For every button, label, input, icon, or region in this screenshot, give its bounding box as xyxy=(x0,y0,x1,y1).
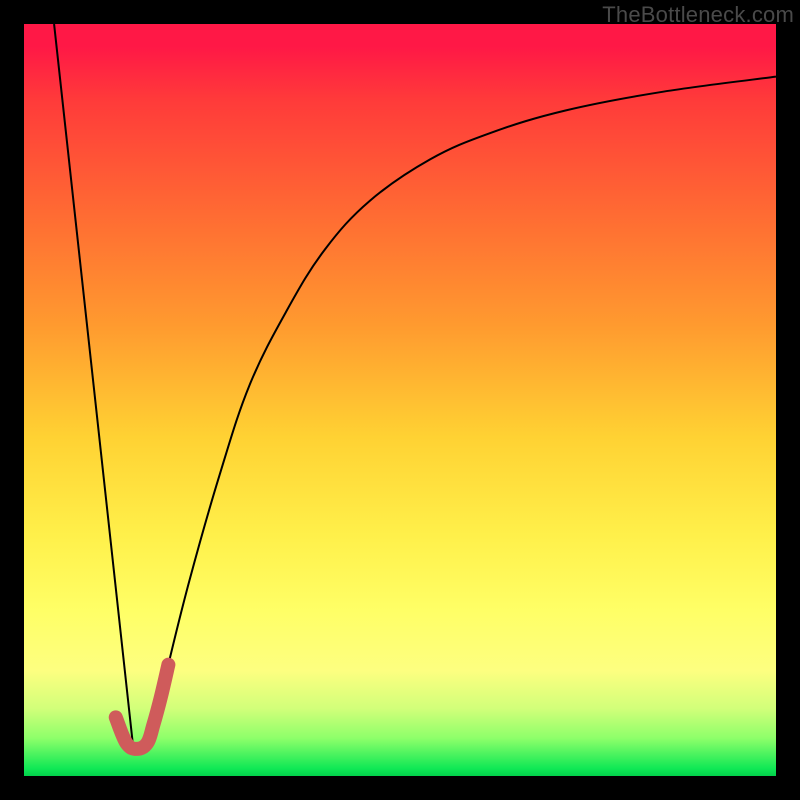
series-left-line xyxy=(54,24,133,746)
chart-frame xyxy=(24,24,776,776)
chart-plot xyxy=(24,24,776,776)
series-hook-accent xyxy=(116,665,169,749)
series-right-curve xyxy=(152,77,776,739)
watermark-text: TheBottleneck.com xyxy=(602,2,794,28)
